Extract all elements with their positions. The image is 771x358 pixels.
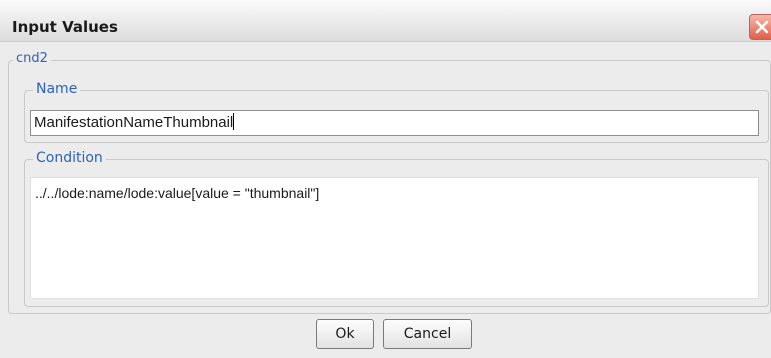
close-button[interactable] [749, 14, 771, 40]
cnd2-group-legend: cnd2 [13, 52, 51, 65]
condition-group-legend: Condition [33, 151, 106, 165]
dialog-titlebar[interactable]: Input Values [0, 0, 771, 42]
ok-button[interactable]: Ok [316, 319, 374, 349]
close-icon [755, 20, 769, 34]
condition-textarea[interactable]: ../../lode:name/lode:value[value = "thum… [30, 177, 759, 299]
input-values-dialog: Input Values cnd2 Name ManifestationName… [0, 0, 771, 358]
condition-text: ../../lode:name/lode:value[value = "thum… [35, 185, 320, 201]
dialog-title: Input Values [12, 18, 118, 36]
name-input-value: ManifestationNameThumbnail [34, 114, 234, 131]
name-input[interactable]: ManifestationNameThumbnail [30, 110, 759, 136]
name-group-legend: Name [33, 82, 81, 96]
dialog-body: cnd2 Name ManifestationNameThumbnail Con… [0, 42, 771, 358]
text-caret [233, 113, 235, 130]
cancel-button[interactable]: Cancel [383, 319, 472, 349]
